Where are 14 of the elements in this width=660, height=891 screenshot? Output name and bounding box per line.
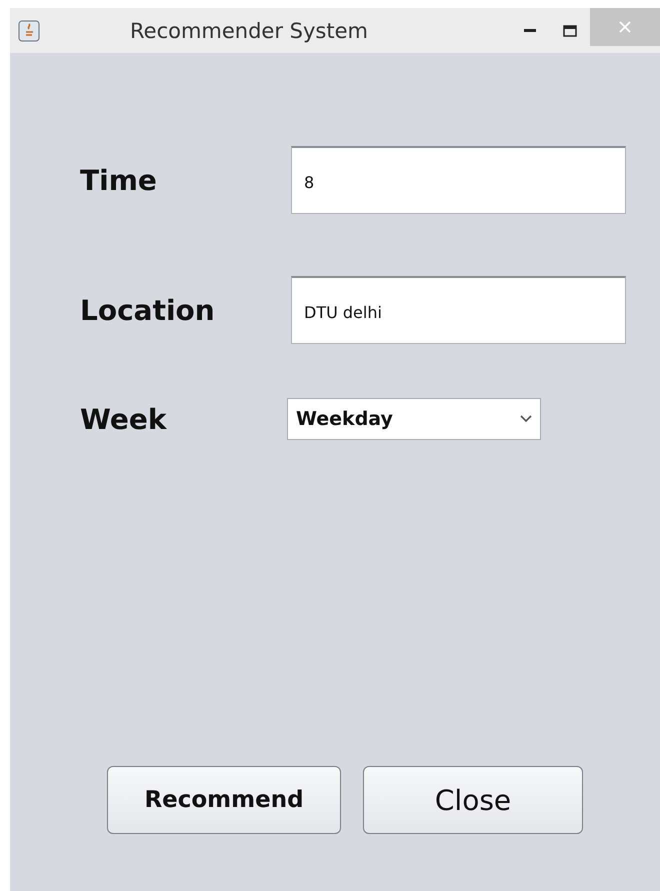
field-label: Time [80, 164, 157, 196]
minimize-icon [524, 28, 536, 32]
chevron-down-icon [520, 415, 532, 423]
app-icon [18, 20, 40, 42]
text-field[interactable]: 8 [291, 146, 626, 214]
maximize-icon [563, 24, 577, 36]
text-field[interactable]: DTU delhi [291, 276, 626, 344]
close-icon [619, 21, 631, 33]
close-dialog-button[interactable]: Close [363, 766, 583, 834]
recommend-button[interactable]: Recommend [107, 766, 341, 834]
field-label: Week [80, 402, 166, 436]
field-label: Location [80, 294, 215, 326]
window-title: Recommender System [130, 18, 369, 42]
dropdown[interactable]: Weekday [287, 398, 541, 440]
